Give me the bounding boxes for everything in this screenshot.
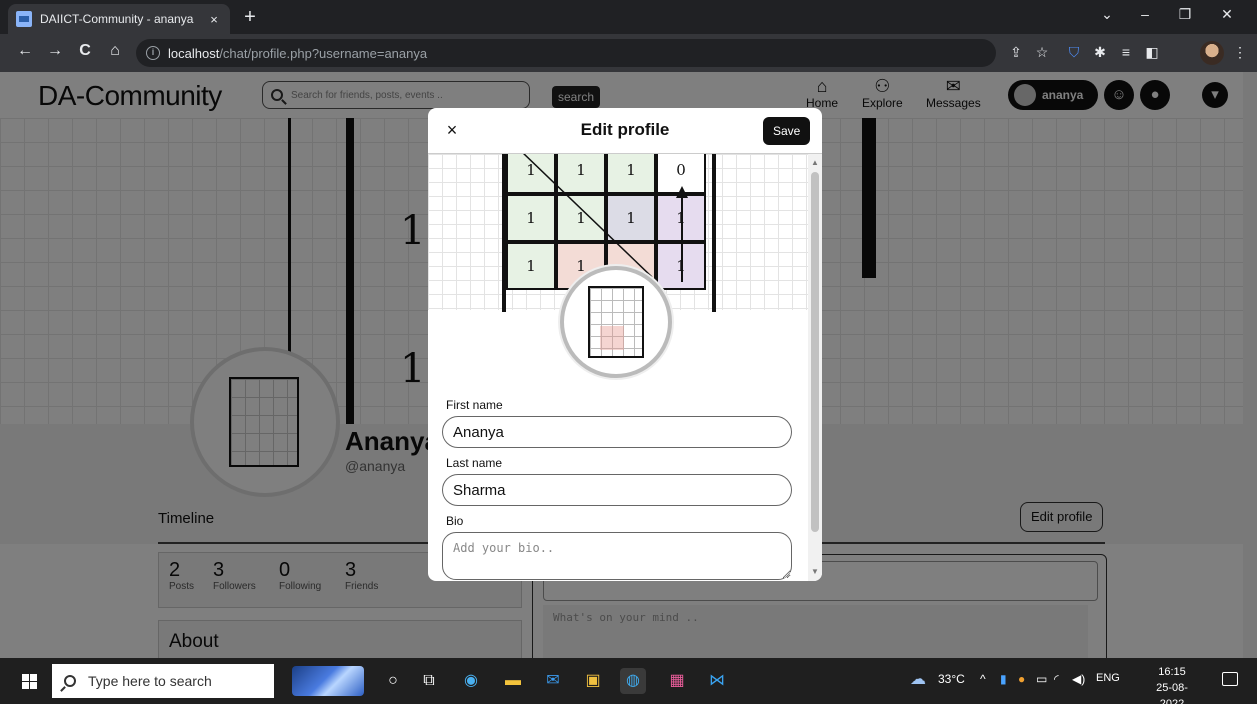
extensions-puzzle-icon[interactable]: ✱	[1090, 44, 1110, 61]
clock-date: 25-08-2022	[1156, 682, 1188, 704]
chrome-icon[interactable]: ◉	[458, 668, 484, 694]
modal-header: × Edit profile Save	[428, 108, 822, 154]
battery-icon[interactable]: ▭	[1036, 672, 1047, 686]
edit-avatar-image	[588, 286, 644, 358]
bio-label: Bio	[446, 514, 464, 528]
last-name-field[interactable]	[442, 474, 792, 506]
url-host: localhost	[168, 45, 220, 61]
first-name-field[interactable]	[442, 416, 792, 448]
side-panel-icon[interactable]: ◧	[1142, 44, 1162, 61]
minimize-window-button[interactable]: –	[1130, 6, 1160, 22]
notification-center-icon[interactable]	[1222, 672, 1238, 686]
clock-time: 16:15	[1158, 666, 1186, 678]
input-language[interactable]: ENG	[1096, 672, 1120, 684]
modal-body: 1 1 1 0 1 1 1 1 1 1 1 First name Ananya …	[428, 154, 808, 581]
tray-app-icon[interactable]: ●	[1018, 672, 1025, 686]
new-tab-button[interactable]: +	[238, 6, 262, 29]
forward-button[interactable]: →	[44, 42, 66, 60]
tab-search-dropdown-icon[interactable]: ⌄	[1092, 6, 1122, 23]
windows-start-icon[interactable]	[22, 674, 37, 689]
microphone-icon[interactable]: ▮	[1000, 672, 1007, 686]
chrome-active-icon[interactable]: ◍	[620, 668, 646, 694]
file-explorer-icon[interactable]: ▬	[500, 668, 526, 694]
browser-tab-strip: DAIICT-Community - ananya × + ⌄ – ❐ ✕	[0, 0, 1257, 34]
share-icon[interactable]: ⇪	[1006, 44, 1026, 61]
close-window-button[interactable]: ✕	[1212, 6, 1242, 23]
scroll-up-icon[interactable]: ▲	[808, 156, 822, 170]
search-icon	[64, 675, 76, 687]
store-icon[interactable]: ▣	[580, 668, 606, 694]
windows-taskbar: Type here to search ○ ⧉ ◉ ▬ ✉ ▣ ◍ ▦ ⋈ ☁ …	[0, 658, 1257, 704]
taskbar-search-placeholder: Type here to search	[88, 673, 212, 689]
restore-window-button[interactable]: ❐	[1170, 6, 1200, 23]
edit-profile-modal: × Edit profile Save 1 1 1 0 1 1 1 1 1 1 …	[428, 108, 822, 581]
system-clock[interactable]: 16:15 25-08-2022	[1148, 664, 1196, 704]
scroll-down-icon[interactable]: ▼	[808, 565, 822, 579]
reload-button[interactable]: C	[74, 42, 96, 60]
search-highlight-image[interactable]	[292, 666, 364, 696]
address-bar[interactable]: i localhost /chat/profile.php?username=a…	[136, 39, 996, 67]
browser-tab[interactable]: DAIICT-Community - ananya ×	[8, 4, 230, 34]
edit-cover-photo[interactable]: 1 1 1 0 1 1 1 1 1 1 1	[428, 154, 808, 378]
matrix-arrow-head	[676, 186, 688, 198]
vscode-icon[interactable]: ⋈	[704, 668, 730, 694]
home-button[interactable]: ⌂	[104, 42, 126, 60]
site-favicon-icon	[16, 11, 32, 27]
bookmark-star-icon[interactable]: ☆	[1032, 44, 1052, 61]
wifi-icon[interactable]: ◜	[1054, 672, 1059, 686]
xampp-icon[interactable]: ▦	[664, 668, 690, 694]
cortana-icon[interactable]: ○	[380, 668, 406, 694]
url-path: /chat/profile.php?username=ananya	[219, 45, 428, 61]
save-button[interactable]: Save	[763, 117, 811, 145]
mail-icon[interactable]: ✉	[540, 668, 566, 694]
browser-menu-icon[interactable]: ⋮	[1230, 44, 1250, 61]
volume-icon[interactable]: ◀)	[1072, 672, 1085, 686]
weather-cloud-icon: ☁	[910, 671, 926, 688]
scroll-thumb[interactable]	[811, 172, 819, 532]
site-info-icon[interactable]: i	[146, 46, 160, 60]
last-name-label: Last name	[446, 456, 503, 470]
matrix-diagonal-line	[522, 154, 653, 278]
modal-scrollbar[interactable]: ▲ ▼	[808, 154, 822, 581]
tab-close-icon[interactable]: ×	[206, 12, 222, 27]
first-name-label: First name	[446, 398, 503, 412]
reading-list-icon[interactable]: ≡	[1116, 44, 1136, 60]
browser-profile-avatar[interactable]	[1200, 41, 1224, 65]
bio-textarea[interactable]	[442, 532, 792, 580]
back-button[interactable]: ←	[14, 42, 36, 60]
weather-temperature[interactable]: 33°C	[938, 672, 965, 686]
edit-avatar[interactable]	[560, 266, 672, 378]
shield-extension-icon[interactable]: ⛉	[1064, 44, 1084, 61]
tray-chevron-icon[interactable]: ^	[980, 672, 986, 686]
browser-toolbar: ← → C ⌂ i localhost /chat/profile.php?us…	[0, 34, 1257, 72]
tab-title: DAIICT-Community - ananya	[40, 12, 194, 26]
taskbar-search-input[interactable]: Type here to search	[52, 664, 274, 698]
task-view-icon[interactable]: ⧉	[416, 668, 442, 694]
